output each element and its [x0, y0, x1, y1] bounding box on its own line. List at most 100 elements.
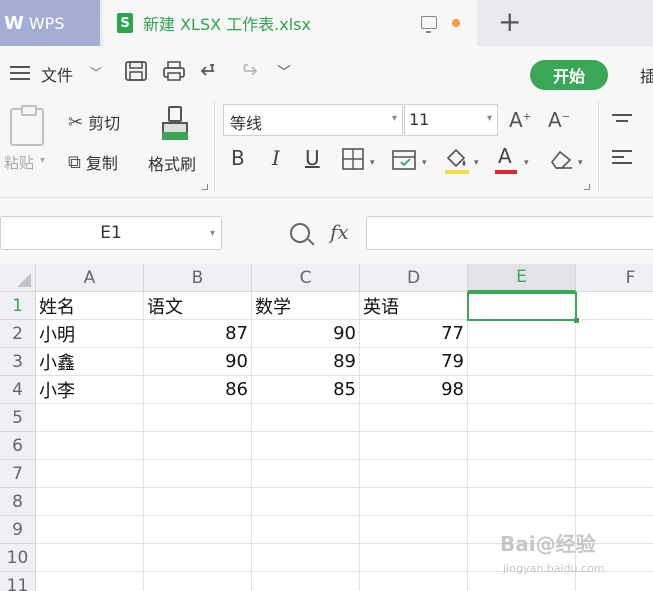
column-header-f[interactable]: F: [576, 264, 653, 292]
cell-a2[interactable]: 小明: [36, 320, 144, 348]
cell-c7[interactable]: [252, 460, 360, 488]
cell-c11[interactable]: [252, 572, 360, 591]
row-header-9[interactable]: 9: [0, 516, 36, 544]
cell-b4[interactable]: 86: [144, 376, 252, 404]
cell-e8[interactable]: [468, 488, 576, 516]
row-header-11[interactable]: 11: [0, 572, 36, 591]
cell-d7[interactable]: [360, 460, 468, 488]
column-header-b[interactable]: B: [144, 264, 252, 292]
monitor-icon[interactable]: [421, 16, 437, 33]
cell-f6[interactable]: [576, 432, 653, 460]
cell-c8[interactable]: [252, 488, 360, 516]
row-header-3[interactable]: 3: [0, 348, 36, 376]
wps-home-tab[interactable]: W WPS: [0, 0, 100, 46]
paste-icon[interactable]: [10, 105, 44, 146]
chevron-down-icon[interactable]: ▾: [487, 113, 492, 124]
cell-e6[interactable]: [468, 432, 576, 460]
bold-button[interactable]: B: [231, 146, 245, 170]
chevron-down-icon[interactable]: ▾: [210, 228, 215, 239]
eraser-icon[interactable]: [548, 148, 574, 170]
print-icon[interactable]: [162, 60, 186, 82]
hamburger-menu-icon[interactable]: [10, 66, 30, 80]
clipboard-dialog-launcher-icon[interactable]: [202, 184, 208, 190]
cell-c5[interactable]: [252, 404, 360, 432]
cell-f4[interactable]: [576, 376, 653, 404]
cell-b2[interactable]: 87: [144, 320, 252, 348]
row-header-4[interactable]: 4: [0, 376, 36, 404]
name-box[interactable]: E1 ▾: [0, 216, 222, 250]
selected-cell-outline[interactable]: [467, 292, 579, 323]
chevron-down-icon[interactable]: ▾: [392, 113, 397, 124]
column-header-c[interactable]: C: [252, 264, 360, 292]
cell-b7[interactable]: [144, 460, 252, 488]
cell-c1[interactable]: 数学: [252, 292, 360, 320]
cell-d6[interactable]: [360, 432, 468, 460]
insert-tab[interactable]: 插: [640, 63, 653, 87]
redo-icon[interactable]: [236, 61, 258, 81]
cell-f8[interactable]: [576, 488, 653, 516]
font-color-button[interactable]: A: [498, 144, 512, 168]
unsaved-dot-icon[interactable]: [452, 19, 460, 27]
cell-c9[interactable]: [252, 516, 360, 544]
column-header-d[interactable]: D: [360, 264, 468, 292]
cell-c6[interactable]: [252, 432, 360, 460]
align-top-icon[interactable]: [612, 114, 632, 116]
file-menu[interactable]: 文件: [41, 62, 73, 86]
column-header-a[interactable]: A: [36, 264, 144, 292]
row-header-6[interactable]: 6: [0, 432, 36, 460]
save-icon[interactable]: [124, 60, 148, 82]
cell-f1[interactable]: [576, 292, 653, 320]
cell-b11[interactable]: [144, 572, 252, 591]
row-header-8[interactable]: 8: [0, 488, 36, 516]
cell-f7[interactable]: [576, 460, 653, 488]
row-header-1[interactable]: 1: [0, 292, 36, 320]
chevron-down-icon[interactable]: ▾: [422, 158, 427, 168]
cell-d10[interactable]: [360, 544, 468, 572]
chevron-down-icon[interactable]: ▾: [474, 158, 479, 168]
cell-b1[interactable]: 语文: [144, 292, 252, 320]
new-tab-plus-icon[interactable]: +: [498, 8, 521, 36]
increase-font-size-icon[interactable]: A+: [509, 108, 531, 132]
cell-a7[interactable]: [36, 460, 144, 488]
undo-icon[interactable]: [200, 61, 222, 81]
cell-d5[interactable]: [360, 404, 468, 432]
format-painter-label[interactable]: 格式刷: [148, 151, 196, 175]
cell-e4[interactable]: [468, 376, 576, 404]
cut-button[interactable]: ✂ 剪切: [68, 110, 120, 134]
cell-e5[interactable]: [468, 404, 576, 432]
customize-chevron-icon[interactable]: ﹀: [277, 62, 291, 82]
font-size-select[interactable]: 11 ▾: [404, 104, 498, 136]
cell-a10[interactable]: [36, 544, 144, 572]
cell-f2[interactable]: [576, 320, 653, 348]
cell-c4[interactable]: 85: [252, 376, 360, 404]
chevron-down-icon[interactable]: ▾: [578, 158, 583, 168]
cell-a4[interactable]: 小李: [36, 376, 144, 404]
cell-a9[interactable]: [36, 516, 144, 544]
chevron-down-icon[interactable]: ﹀: [90, 64, 102, 81]
row-header-7[interactable]: 7: [0, 460, 36, 488]
cell-d9[interactable]: [360, 516, 468, 544]
paste-label[interactable]: 粘贴: [4, 152, 34, 173]
underline-button[interactable]: U: [305, 146, 320, 170]
insert-function-icon[interactable]: fx: [330, 220, 349, 244]
row-header-2[interactable]: 2: [0, 320, 36, 348]
select-all-corner[interactable]: [0, 264, 36, 292]
cell-e7[interactable]: [468, 460, 576, 488]
font-dialog-launcher-icon[interactable]: [584, 184, 590, 190]
borders-icon[interactable]: [342, 148, 364, 170]
cell-f3[interactable]: [576, 348, 653, 376]
document-tab[interactable]: S 新建 XLSX 工作表.xlsx: [103, 0, 477, 46]
cell-b3[interactable]: 90: [144, 348, 252, 376]
cell-d2[interactable]: 77: [360, 320, 468, 348]
cell-e2[interactable]: [468, 320, 576, 348]
align-left-icon[interactable]: [612, 150, 632, 152]
conditional-format-icon[interactable]: [392, 150, 416, 170]
cell-b8[interactable]: [144, 488, 252, 516]
cell-b6[interactable]: [144, 432, 252, 460]
chevron-down-icon[interactable]: ▾: [40, 155, 45, 166]
cell-d8[interactable]: [360, 488, 468, 516]
zoom-search-icon[interactable]: [290, 223, 310, 243]
font-name-select[interactable]: 等线 ▾: [223, 104, 403, 136]
cell-a8[interactable]: [36, 488, 144, 516]
cell-f5[interactable]: [576, 404, 653, 432]
